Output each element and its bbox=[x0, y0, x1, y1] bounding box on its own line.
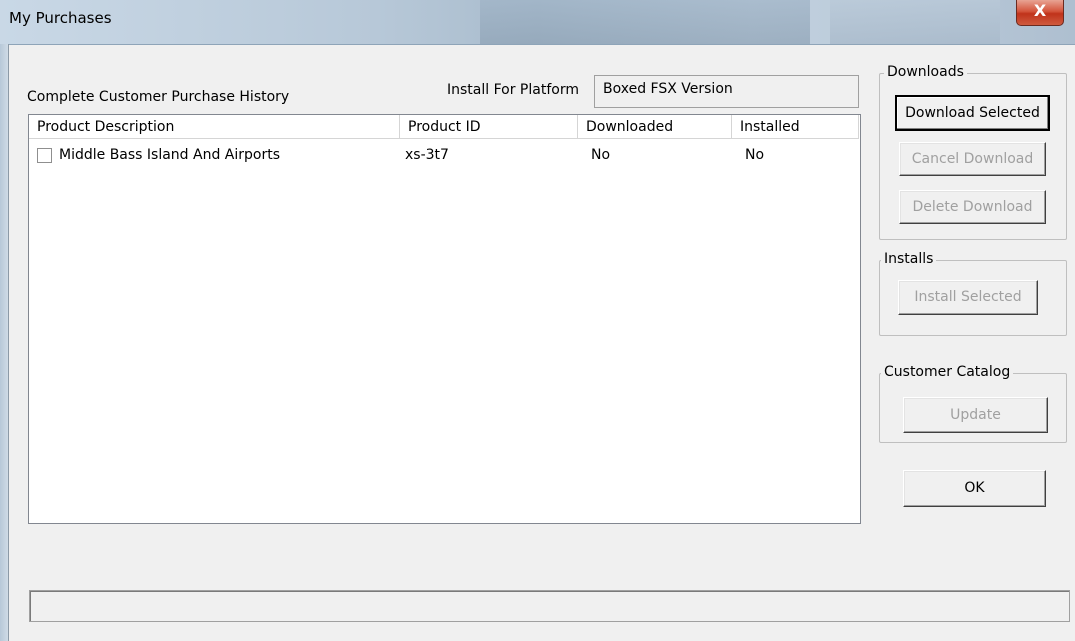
platform-label: Install For Platform bbox=[447, 82, 579, 98]
installed-status: No bbox=[745, 147, 765, 163]
product-id: xs-3t7 bbox=[405, 147, 449, 163]
customer-catalog-group-title: Customer Catalog bbox=[881, 364, 1014, 380]
column-header-downloaded[interactable]: Downloaded bbox=[578, 115, 732, 138]
column-header-description[interactable]: Product Description bbox=[29, 115, 400, 138]
download-selected-button[interactable]: Download Selected bbox=[895, 95, 1050, 131]
platform-field: Boxed FSX Version bbox=[594, 75, 859, 108]
install-selected-button[interactable]: Install Selected bbox=[898, 280, 1038, 315]
downloaded-status: No bbox=[591, 147, 611, 163]
title-bar-glass bbox=[480, 0, 810, 44]
installs-group-title: Installs bbox=[881, 251, 937, 267]
list-header: Product Description Product ID Downloade… bbox=[29, 115, 859, 139]
delete-download-button[interactable]: Delete Download bbox=[899, 190, 1046, 224]
cancel-download-button[interactable]: Cancel Download bbox=[899, 142, 1046, 176]
title-bar-glass bbox=[830, 0, 1000, 44]
status-bar bbox=[29, 590, 1070, 622]
title-bar: My Purchases X bbox=[0, 0, 1075, 45]
close-button[interactable]: X bbox=[1016, 0, 1064, 26]
window-frame bbox=[0, 44, 8, 641]
update-button[interactable]: Update bbox=[903, 397, 1048, 433]
column-header-product-id[interactable]: Product ID bbox=[400, 115, 578, 138]
ok-button[interactable]: OK bbox=[903, 470, 1046, 507]
window-title: My Purchases bbox=[9, 9, 112, 27]
downloads-group-title: Downloads bbox=[884, 64, 967, 80]
column-header-installed[interactable]: Installed bbox=[732, 115, 859, 138]
table-row[interactable]: Middle Bass Island And Airports xs-3t7 N… bbox=[29, 145, 859, 167]
row-checkbox[interactable] bbox=[37, 148, 52, 163]
purchase-history-label: Complete Customer Purchase History bbox=[27, 89, 290, 105]
product-description: Middle Bass Island And Airports bbox=[59, 147, 281, 163]
purchase-list[interactable]: Product Description Product ID Downloade… bbox=[28, 114, 861, 524]
close-icon: X bbox=[1033, 1, 1047, 20]
